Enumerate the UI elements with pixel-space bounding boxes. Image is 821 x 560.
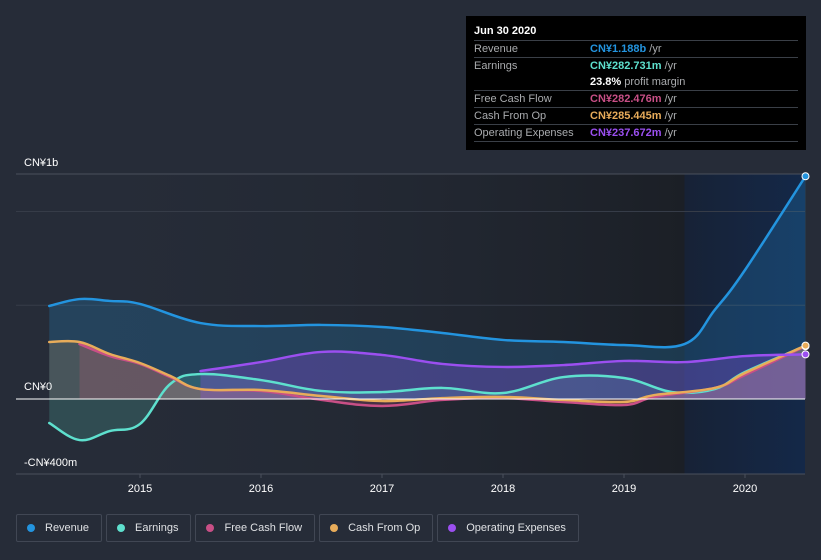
tooltip-row-profit-margin: 23.8% profit margin xyxy=(474,74,798,91)
legend-label: Cash From Op xyxy=(348,522,421,534)
x-axis-label: 2020 xyxy=(733,483,757,495)
tooltip-date: Jun 30 2020 xyxy=(474,23,798,41)
tooltip: Jun 30 2020 Revenue CN¥1.188b/yr Earnings C… xyxy=(466,16,806,150)
x-axis-label: 2016 xyxy=(249,483,273,495)
tooltip-value: CN¥285.445m xyxy=(590,110,662,122)
operating-expenses-endpoint xyxy=(801,350,810,359)
legend-item-cash-from-op[interactable]: Cash From Op xyxy=(319,514,434,542)
legend-dot-icon xyxy=(27,524,35,532)
tooltip-row-revenue: Revenue CN¥1.188b/yr xyxy=(474,41,798,58)
revenue-endpoint xyxy=(801,172,810,181)
legend-item-revenue[interactable]: Revenue xyxy=(16,514,103,542)
x-axis-label: 2019 xyxy=(612,483,636,495)
tooltip-row-operating-expenses: Operating Expenses CN¥237.672m/yr xyxy=(474,125,798,142)
legend: Revenue Earnings Free Cash Flow Cash From O… xyxy=(16,514,579,542)
x-axis-labels: 2015 2016 2017 2018 2019 2020 xyxy=(128,483,757,495)
legend-label: Earnings xyxy=(135,522,179,534)
tooltip-label: Cash From Op xyxy=(474,110,547,122)
tooltip-label xyxy=(474,74,590,90)
x-axis-label: 2018 xyxy=(491,483,515,495)
legend-dot-icon xyxy=(448,524,457,532)
y-axis-label: CN¥1b xyxy=(24,157,58,169)
tooltip-label: Operating Expenses xyxy=(474,127,574,139)
tooltip-value: CN¥282.476m xyxy=(590,93,662,105)
tooltip-row-earnings: Earnings CN¥282.731m/yr xyxy=(474,58,798,74)
legend-label: Revenue xyxy=(45,522,90,534)
tooltip-label: Earnings xyxy=(474,60,518,72)
tooltip-value: CN¥1.188b xyxy=(590,43,647,55)
legend-dot-icon xyxy=(206,524,215,532)
tooltip-unit: /yr xyxy=(664,127,677,139)
tooltip-value: CN¥237.672m xyxy=(590,127,662,139)
tooltip-row-free-cash-flow: Free Cash Flow CN¥282.476m/yr xyxy=(474,91,798,108)
tooltip-row-cash-from-op: Cash From Op CN¥285.445m/yr xyxy=(474,108,798,125)
x-axis-label: 2017 xyxy=(370,483,394,495)
tooltip-unit: /yr xyxy=(664,60,677,72)
tooltip-unit: /yr xyxy=(664,110,677,122)
legend-label: Free Cash Flow xyxy=(224,522,303,534)
cash-from-op-endpoint xyxy=(801,341,810,350)
y-axis-label: CN¥0 xyxy=(24,381,52,393)
tooltip-unit: /yr xyxy=(649,43,662,55)
x-axis-label: 2015 xyxy=(128,483,152,495)
legend-dot-icon xyxy=(330,524,339,532)
legend-item-earnings[interactable]: Earnings xyxy=(106,514,192,542)
tooltip-value: 23.8% xyxy=(590,76,622,88)
tooltip-unit: profit margin xyxy=(624,76,686,88)
legend-item-operating-expenses[interactable]: Operating Expenses xyxy=(437,514,579,542)
legend-label: Operating Expenses xyxy=(466,522,566,534)
tooltip-label: Revenue xyxy=(474,43,519,55)
legend-item-free-cash-flow[interactable]: Free Cash Flow xyxy=(195,514,316,542)
y-axis-label: -CN¥400m xyxy=(24,457,77,469)
tooltip-unit: /yr xyxy=(664,93,677,105)
legend-dot-icon xyxy=(117,524,126,532)
tooltip-value: CN¥282.731m xyxy=(590,60,662,72)
tooltip-label: Free Cash Flow xyxy=(474,93,552,105)
